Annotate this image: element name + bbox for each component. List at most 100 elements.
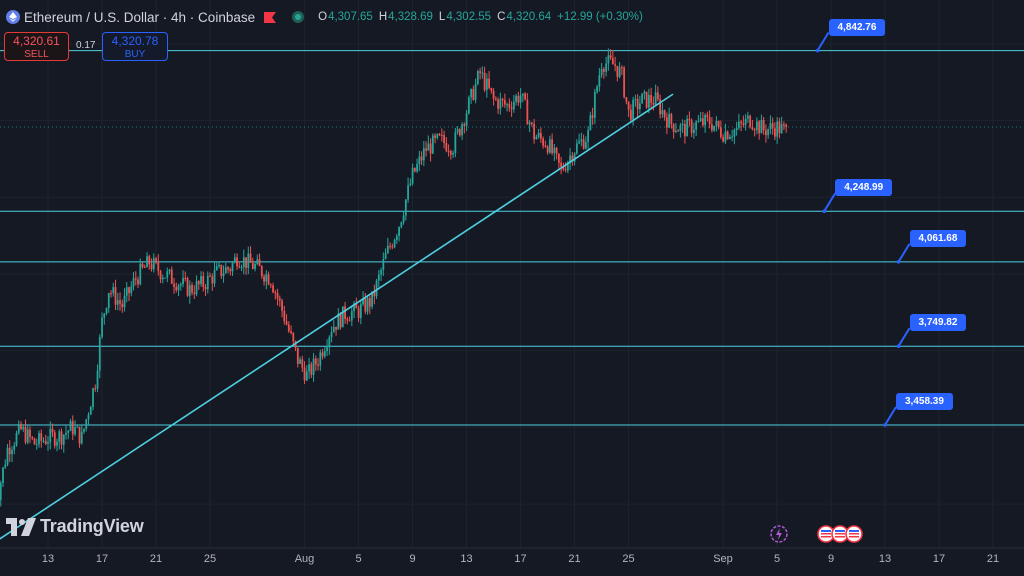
symbol-title[interactable]: Ethereum / U.S. Dollar · 4h · Coinbase (24, 10, 255, 25)
candle-body (224, 267, 227, 274)
candle-body (661, 110, 664, 115)
candle-body (20, 423, 22, 430)
candle-body (128, 287, 130, 294)
candle-body (470, 89, 472, 98)
candle-body (663, 110, 666, 118)
flag-icon[interactable] (264, 11, 277, 23)
candle-body (728, 136, 731, 140)
price-chart[interactable] (0, 0, 1024, 576)
candle-body (53, 432, 56, 446)
candle-body (215, 266, 218, 271)
candle-body (391, 246, 394, 248)
candle-body (431, 135, 434, 154)
ohlc-values: O4,307.65 H4,328.69 L4,302.55 C4,320.64 +12.… (318, 11, 649, 23)
price-callout[interactable]: 4,842.76 (828, 18, 886, 36)
candle-body (274, 292, 277, 294)
candle-body (407, 185, 409, 200)
candle-body (708, 117, 711, 125)
ohlc-value: +12.99 (+0.30%) (557, 11, 643, 23)
candle-body (242, 257, 245, 268)
candle-body (332, 326, 335, 333)
economic-events-icon[interactable] (817, 525, 865, 543)
candle-body (2, 467, 4, 484)
sell-button[interactable]: 4,320.61 SELL (4, 32, 69, 61)
candle-body (438, 133, 441, 135)
candle-body (80, 431, 83, 444)
x-tick-label: 25 (622, 553, 635, 565)
x-tick-label: 5 (355, 553, 362, 565)
candle-body (589, 115, 592, 131)
candle-body (114, 287, 117, 305)
callout-anchor (822, 209, 827, 214)
candle-body (92, 388, 94, 408)
candle-body (38, 433, 40, 445)
candle-body (492, 90, 495, 99)
candle-body (157, 261, 160, 272)
candle-body (557, 153, 560, 163)
candle-body (245, 257, 247, 269)
callout-anchor (883, 423, 887, 427)
spread-value: 0.17 (76, 40, 96, 51)
candle-body (767, 129, 770, 136)
x-tick-label: 13 (460, 553, 473, 565)
candle-body (542, 138, 545, 146)
candle-body (209, 275, 211, 277)
candle-body (578, 141, 581, 144)
candle-body (654, 92, 657, 105)
x-tick-label: 21 (568, 553, 581, 565)
candle-body (726, 131, 729, 140)
candle-body (742, 123, 745, 125)
candle-body (0, 483, 2, 501)
callout-anchor (815, 48, 820, 53)
ohlc-value: 4,302.55 (446, 11, 492, 23)
candle-body (6, 447, 9, 465)
market-status-icon[interactable] (292, 11, 305, 23)
candle-body (445, 143, 448, 152)
candle-body (310, 364, 313, 375)
lightning-event-icon[interactable] (770, 525, 788, 543)
candle-body (200, 276, 202, 285)
candle-body (40, 433, 43, 441)
candle-body (771, 123, 774, 129)
candle-body (132, 278, 135, 287)
candle-body (575, 143, 578, 154)
candle-body (249, 253, 252, 263)
candle-body (134, 278, 137, 280)
candle-body (740, 121, 743, 124)
buy-price: 4,320.78 (111, 34, 159, 48)
price-callout[interactable]: 3,458.39 (896, 392, 953, 410)
candle-body (350, 311, 353, 321)
candle-body (287, 324, 290, 332)
candle-body (510, 107, 513, 110)
candle-body (627, 101, 630, 110)
ohlc-label: L (438, 11, 446, 23)
candle-body (647, 94, 650, 108)
tradingview-logo[interactable]: TradingView (6, 516, 144, 537)
x-tick-label: 9 (409, 553, 416, 565)
candle-body (650, 94, 653, 103)
candle-body (74, 427, 76, 435)
ohlc-value: 4,320.64 (506, 11, 552, 23)
price-callout[interactable]: 4,061.68 (909, 229, 967, 247)
buy-button[interactable]: 4,320.78 BUY (102, 32, 168, 61)
candle-body (447, 151, 450, 153)
candle-body (267, 274, 270, 285)
candle-body (683, 123, 686, 137)
candle-body (276, 292, 279, 299)
candle-body (744, 118, 747, 125)
candle-body (555, 147, 558, 154)
candle-body (229, 269, 232, 272)
price-callout[interactable]: 4,248.99 (835, 179, 893, 197)
candle-body (776, 121, 779, 137)
candle-body (620, 67, 623, 69)
candle-body (382, 259, 385, 270)
candle-body (11, 449, 13, 455)
x-tick-label: 17 (95, 553, 109, 565)
candle-body (170, 269, 173, 284)
price-callout[interactable]: 3,749.82 (909, 314, 967, 332)
candle-body (260, 266, 263, 277)
ohlc-value: 4,328.69 (388, 11, 433, 23)
candle-body (515, 95, 518, 102)
candle-body (467, 97, 470, 114)
ohlc-value: 4,307.65 (328, 11, 373, 23)
